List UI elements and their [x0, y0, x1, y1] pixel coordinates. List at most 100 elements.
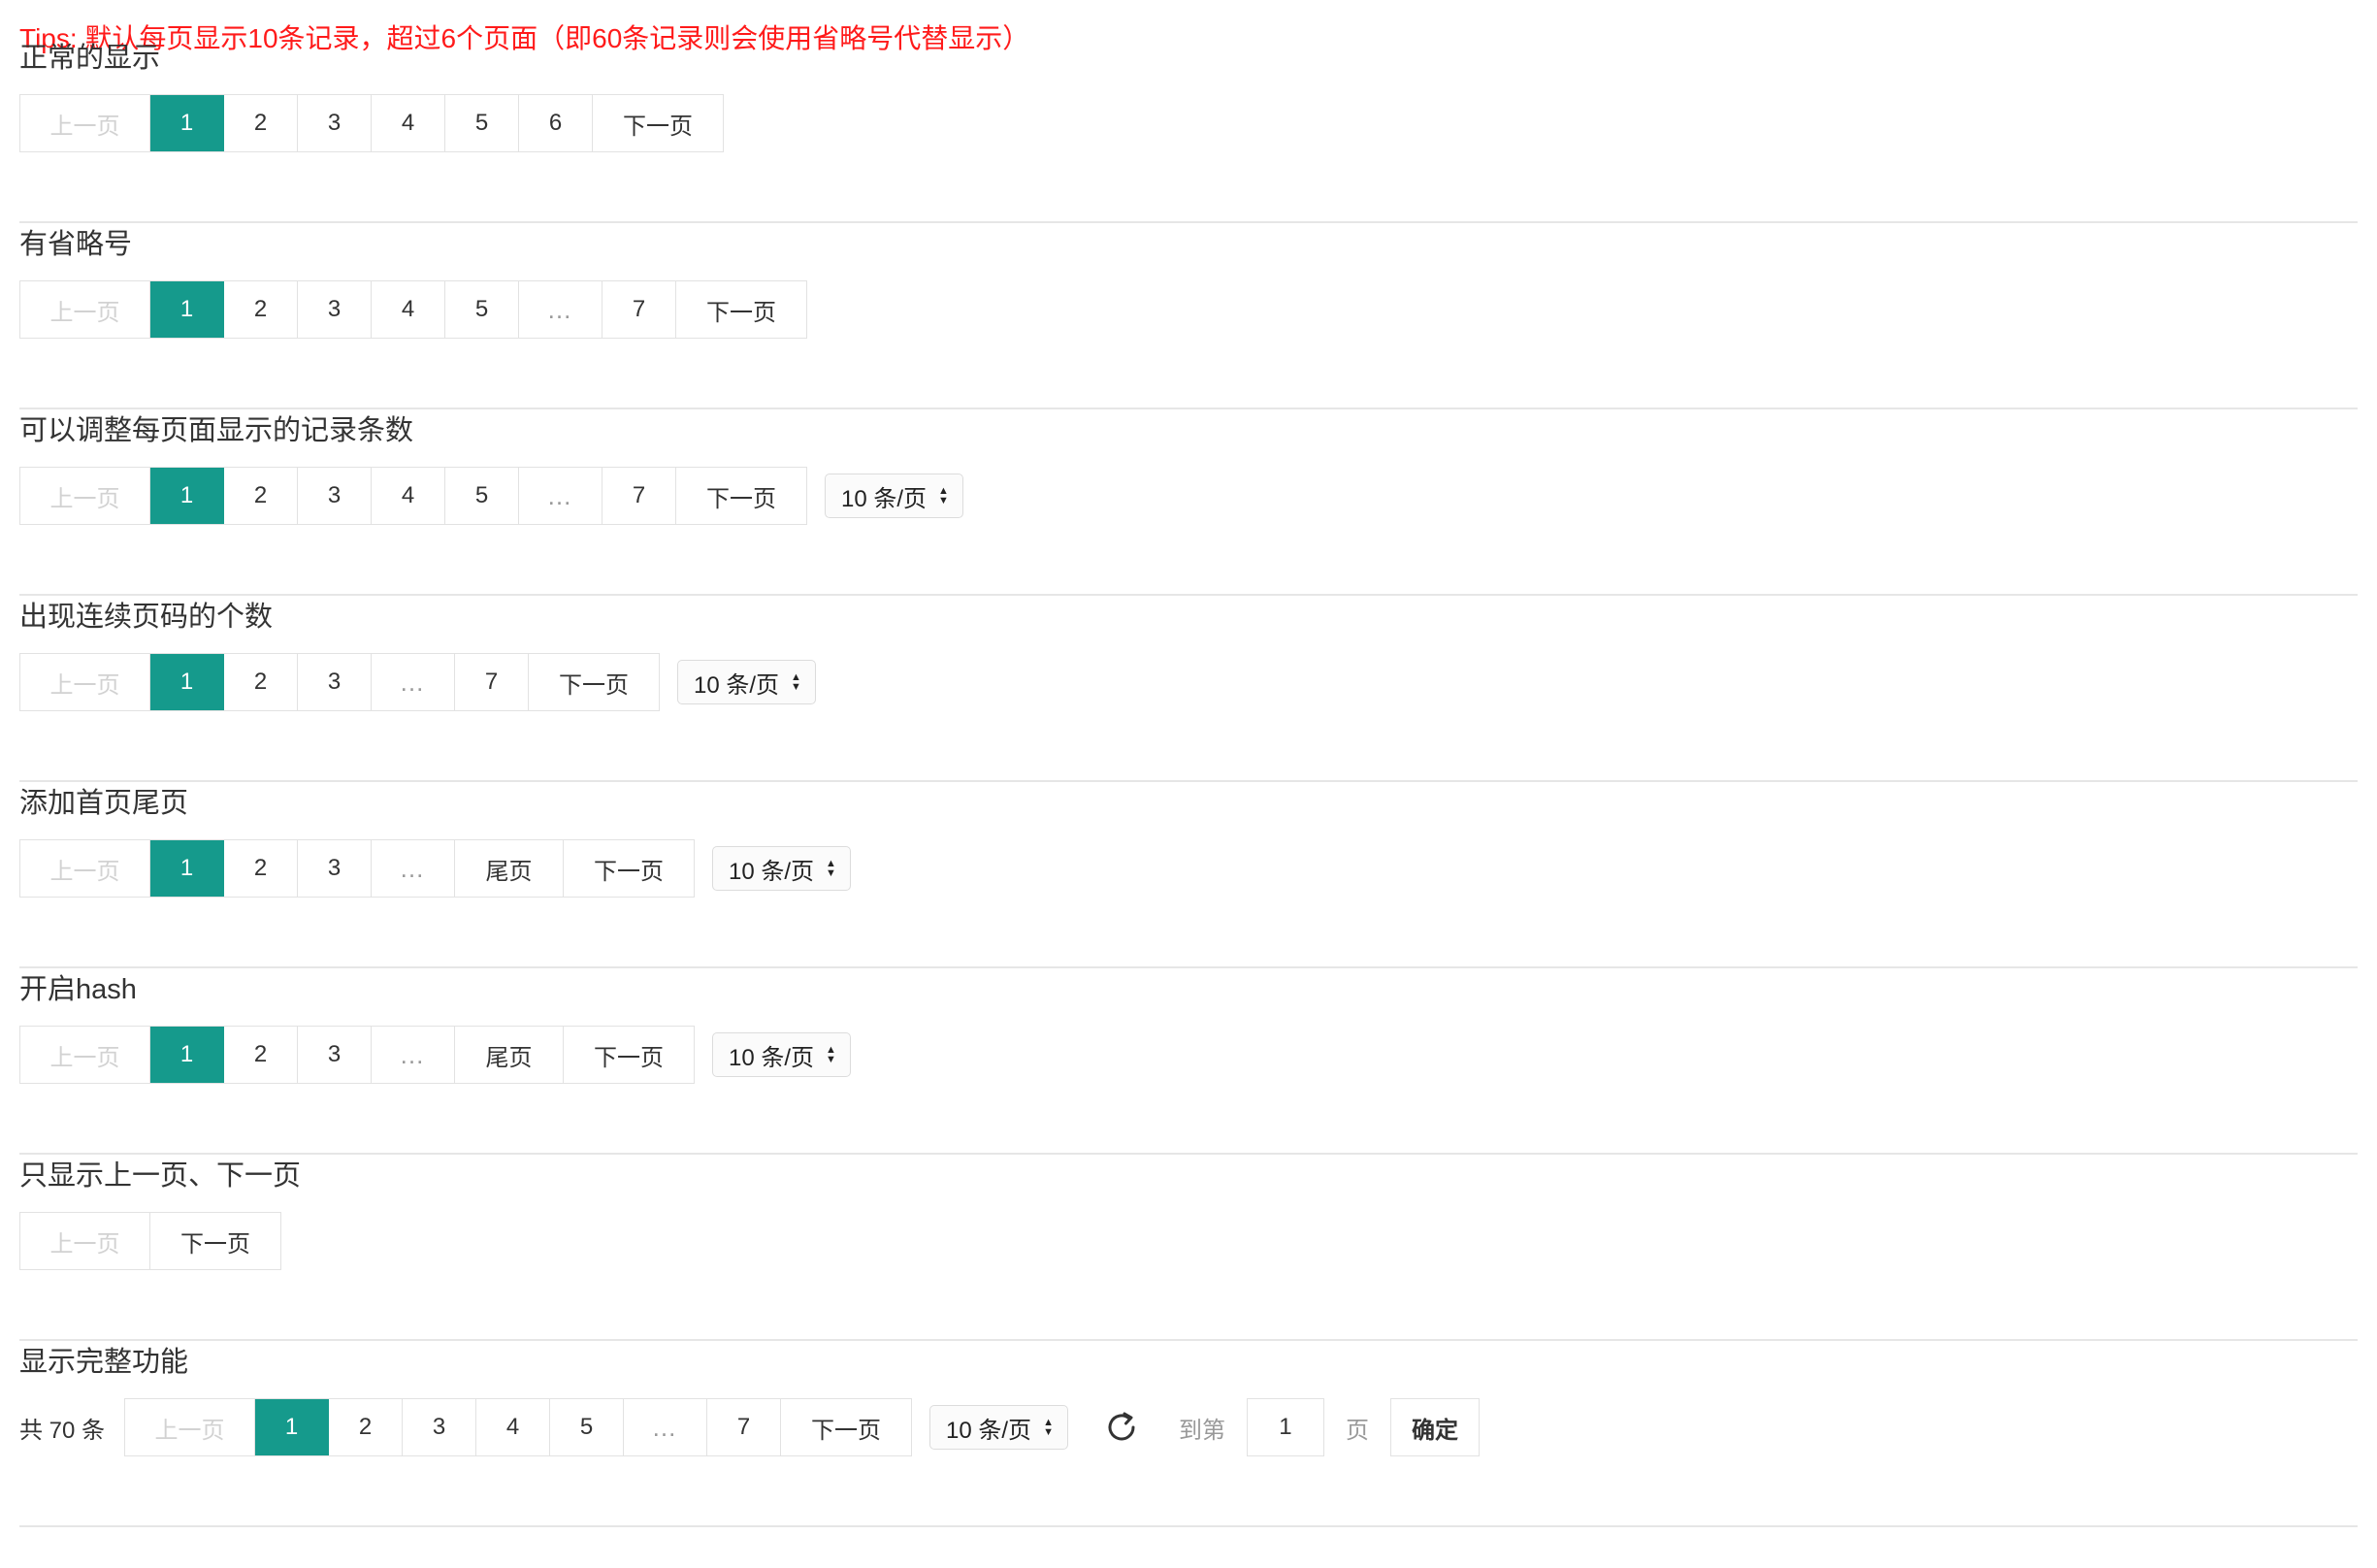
- page-button[interactable]: 4: [476, 1399, 551, 1455]
- pagination: 上一页 1 2 3 4 5 6 下一页: [19, 94, 724, 152]
- page-button[interactable]: 7: [455, 654, 529, 710]
- pager: 上一页 1 2 3 4 5 6 下一页: [19, 93, 724, 153]
- page-button[interactable]: 1: [150, 95, 224, 151]
- page-button[interactable]: 5: [445, 468, 519, 524]
- page-button[interactable]: 2: [224, 281, 298, 338]
- last-page-button[interactable]: 尾页: [455, 1027, 564, 1083]
- section-title: 可以调整每页面显示的记录条数: [19, 415, 414, 446]
- page-button[interactable]: 3: [403, 1399, 477, 1455]
- section-normal: 正常的显示 上一页 1 2 3 4 5 6 下一页: [19, 37, 2358, 223]
- pager: 上一页 下一页: [19, 1211, 281, 1271]
- total-count: 共 70 条: [19, 1417, 106, 1444]
- skip-label: 到第: [1178, 1417, 1225, 1444]
- next-button[interactable]: 下一页: [781, 1399, 912, 1455]
- page-size-value: 10 条/页: [694, 671, 780, 699]
- page-button[interactable]: 3: [298, 654, 372, 710]
- page-button[interactable]: 5: [445, 95, 519, 151]
- section-groups: 出现连续页码的个数 上一页 1 2 3 … 7 下一页 10 条/页 ▲ ▼: [19, 596, 2358, 782]
- page-button[interactable]: 2: [224, 654, 298, 710]
- last-page-button[interactable]: 尾页: [455, 840, 564, 897]
- next-button[interactable]: 下一页: [676, 281, 806, 338]
- refresh-icon[interactable]: [1103, 1409, 1140, 1446]
- ellipsis: …: [519, 468, 602, 524]
- page-size-select[interactable]: 10 条/页 ▲ ▼: [677, 660, 816, 704]
- ellipsis: …: [372, 1027, 455, 1083]
- page-button[interactable]: 5: [445, 281, 519, 338]
- prev-button[interactable]: 上一页: [20, 281, 150, 338]
- page-button[interactable]: 1: [255, 1399, 330, 1455]
- prev-button[interactable]: 上一页: [20, 1213, 150, 1269]
- page-button[interactable]: 1: [150, 1027, 224, 1083]
- skip-unit: 页: [1345, 1417, 1369, 1444]
- section-prev-next: 只显示上一页、下一页 上一页 下一页: [19, 1155, 2358, 1341]
- pagination: 上一页 1 2 3 4 5 … 7 下一页: [19, 467, 807, 525]
- pager: 上一页 1 2 3 4 5 … 7 下一页 10 条/页 ▲ ▼: [19, 466, 963, 526]
- page-button[interactable]: 3: [298, 468, 372, 524]
- ellipsis: …: [624, 1399, 708, 1455]
- page-button[interactable]: 2: [329, 1399, 404, 1455]
- page-button[interactable]: 4: [372, 468, 445, 524]
- page-button[interactable]: 1: [150, 468, 224, 524]
- pagination: 上一页 1 2 3 … 尾页 下一页: [19, 839, 695, 898]
- next-button[interactable]: 下一页: [150, 1213, 280, 1269]
- next-button[interactable]: 下一页: [564, 1027, 694, 1083]
- section-title: 添加首页尾页: [19, 788, 189, 819]
- prev-button[interactable]: 上一页: [20, 468, 150, 524]
- pagination: 上一页 1 2 3 … 尾页 下一页: [19, 1026, 695, 1084]
- ellipsis: …: [372, 840, 455, 897]
- section-full: 显示完整功能 共 70 条 上一页 1 2 3 4 5 … 7 下一页 10 条…: [19, 1341, 2358, 1527]
- prev-button[interactable]: 上一页: [20, 840, 150, 897]
- page-size-select[interactable]: 10 条/页 ▲ ▼: [929, 1405, 1068, 1450]
- page-button[interactable]: 1: [150, 654, 224, 710]
- section-title: 只显示上一页、下一页: [19, 1160, 302, 1192]
- page-button[interactable]: 4: [372, 281, 445, 338]
- page-button[interactable]: 4: [372, 95, 445, 151]
- page-button[interactable]: 1: [150, 840, 224, 897]
- page-button[interactable]: 5: [550, 1399, 625, 1455]
- page-button[interactable]: 3: [298, 1027, 372, 1083]
- page-size-select[interactable]: 10 条/页 ▲ ▼: [825, 474, 963, 518]
- section-ellipsis: 有省略号 上一页 1 2 3 4 5 … 7 下一页: [19, 223, 2358, 409]
- section-title: 出现连续页码的个数: [19, 602, 274, 633]
- pager: 上一页 1 2 3 4 5 … 7 下一页: [19, 279, 807, 340]
- page-button[interactable]: 3: [298, 840, 372, 897]
- prev-button[interactable]: 上一页: [20, 1027, 150, 1083]
- page-button[interactable]: 2: [224, 1027, 298, 1083]
- page-button[interactable]: 7: [707, 1399, 782, 1455]
- pager: 上一页 1 2 3 … 尾页 下一页 10 条/页 ▲ ▼: [19, 838, 851, 898]
- page-size-select[interactable]: 10 条/页 ▲ ▼: [712, 846, 851, 891]
- sort-arrows-icon: ▲ ▼: [1043, 1417, 1054, 1438]
- confirm-button[interactable]: 确定: [1389, 1398, 1480, 1456]
- page-size-value: 10 条/页: [729, 858, 815, 885]
- pager: 上一页 1 2 3 … 7 下一页 10 条/页 ▲ ▼: [19, 652, 816, 712]
- page: Tips: 默认每页显示10条记录，超过6个页面（即60条记录则会使用省略号代替…: [0, 0, 2377, 1568]
- next-button[interactable]: 下一页: [529, 654, 659, 710]
- prev-button[interactable]: 上一页: [125, 1399, 256, 1455]
- section-first-last: 添加首页尾页 上一页 1 2 3 … 尾页 下一页 10 条/页 ▲ ▼: [19, 782, 2358, 968]
- section-title: 有省略号: [19, 229, 133, 260]
- sort-arrows-icon: ▲ ▼: [826, 1044, 836, 1065]
- ellipsis: …: [372, 654, 455, 710]
- pagination: 上一页 1 2 3 … 7 下一页: [19, 653, 660, 711]
- section-title: 显示完整功能: [19, 1347, 189, 1378]
- prev-button[interactable]: 上一页: [20, 654, 150, 710]
- page-button[interactable]: 2: [224, 468, 298, 524]
- page-button[interactable]: 2: [224, 840, 298, 897]
- page-button[interactable]: 2: [224, 95, 298, 151]
- next-button[interactable]: 下一页: [593, 95, 723, 151]
- pagination: 上一页 1 2 3 4 5 … 7 下一页: [19, 280, 807, 339]
- page-button[interactable]: 3: [298, 281, 372, 338]
- pager: 共 70 条 上一页 1 2 3 4 5 … 7 下一页 10 条/页 ▲▼: [19, 1397, 1480, 1457]
- next-button[interactable]: 下一页: [676, 468, 806, 524]
- skip-page-input[interactable]: [1246, 1398, 1324, 1456]
- sort-arrows-icon: ▲ ▼: [791, 671, 801, 693]
- page-button[interactable]: 3: [298, 95, 372, 151]
- page-button[interactable]: 7: [602, 468, 676, 524]
- sort-arrows-icon: ▲ ▼: [938, 485, 949, 506]
- next-button[interactable]: 下一页: [564, 840, 694, 897]
- page-size-select[interactable]: 10 条/页 ▲ ▼: [712, 1032, 851, 1077]
- prev-button[interactable]: 上一页: [20, 95, 150, 151]
- page-button[interactable]: 6: [519, 95, 593, 151]
- page-button[interactable]: 1: [150, 281, 224, 338]
- page-button[interactable]: 7: [602, 281, 676, 338]
